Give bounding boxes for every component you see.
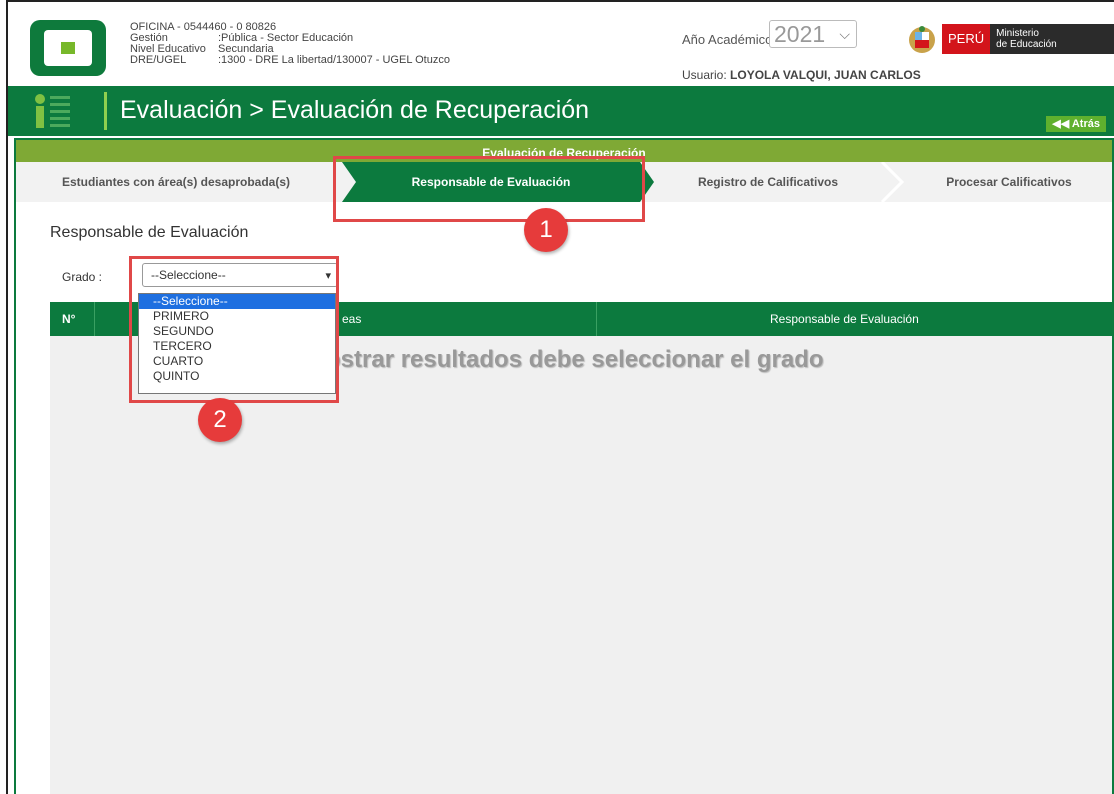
header: OFICINA - 0544460 - 0 80826 Gestión :Púb… [8, 6, 1114, 86]
col-number: N° [62, 312, 76, 326]
chevron-down-icon: ⌵ [839, 26, 850, 42]
step-registro[interactable]: Registro de Calificativos [656, 162, 880, 202]
back-button[interactable]: ◀◀ Atrás [1046, 116, 1106, 132]
highlight-box-step [333, 156, 645, 222]
peru-crest-icon [909, 26, 935, 53]
col-areas: eas [342, 312, 362, 326]
step-chevron-separator [880, 162, 904, 202]
institution-info: OFICINA - 0544460 - 0 80826 Gestión :Púb… [130, 22, 450, 66]
screenshot-root: OFICINA - 0544460 - 0 80826 Gestión :Púb… [0, 0, 1114, 794]
browser-frame: OFICINA - 0544460 - 0 80826 Gestión :Púb… [6, 0, 1114, 794]
page-title: Evaluación > Evaluación de Recuperación [120, 96, 590, 124]
empty-message: ostrar resultados debe seleccionar el gr… [326, 346, 824, 373]
title-bar: Evaluación > Evaluación de Recuperación … [8, 86, 1114, 136]
title-separator [104, 92, 107, 130]
step-estudiantes[interactable]: Estudiantes con área(s) desaprobada(s) [16, 162, 336, 202]
annotation-badge-1: 1 [524, 208, 568, 252]
year-select[interactable]: 2021 ⌵ [769, 20, 857, 48]
siagie-logo [30, 20, 106, 76]
col-responsable: Responsable de Evaluación [770, 312, 919, 326]
grado-label: Grado : [62, 270, 103, 284]
year-label: Año Académico [682, 32, 773, 47]
info-row-ugel: DRE/UGEL :1300 - DRE La libertad/130007 … [130, 54, 450, 66]
step-procesar[interactable]: Procesar Calificativos [904, 162, 1114, 202]
menu-list-icon [35, 94, 76, 128]
annotation-badge-2: 2 [198, 398, 242, 442]
ministerio-logo: PERÚ Ministerio de Educación [942, 24, 1114, 54]
user-info: Usuario: LOYOLA VALQUI, JUAN CARLOS [682, 68, 921, 82]
highlight-box-dropdown [129, 256, 339, 403]
form-heading: Responsable de Evaluación [50, 224, 249, 241]
user-name: LOYOLA VALQUI, JUAN CARLOS [730, 68, 921, 82]
